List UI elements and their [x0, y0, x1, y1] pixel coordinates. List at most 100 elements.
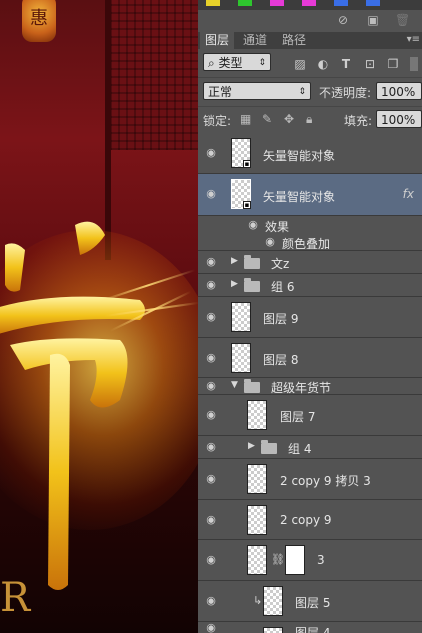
- layer-row[interactable]: ◉ 2 copy 9: [198, 500, 422, 540]
- group-row[interactable]: ◉ ▼ 超级年货节: [198, 378, 422, 395]
- group-row[interactable]: ◉ ▶ 组 6: [198, 274, 422, 297]
- expand-triangle-icon[interactable]: ▶: [248, 441, 255, 451]
- layer-name: 3: [317, 553, 325, 567]
- swatch[interactable]: [238, 0, 252, 6]
- expand-triangle-icon[interactable]: ▶: [231, 279, 238, 289]
- layer-name: 图层 9: [263, 312, 299, 326]
- adjustment-filter-icon[interactable]: ◐: [316, 57, 330, 71]
- tab-layers[interactable]: 图层: [200, 32, 235, 49]
- filter-kind-select[interactable]: ⌕ 类型 ⇕: [203, 53, 271, 71]
- visibility-eye-icon[interactable]: ◉: [205, 352, 217, 364]
- blend-row: 正常 ⇕ 不透明度: 100%: [198, 77, 422, 106]
- layer-row[interactable]: ◉ 图层 7: [198, 395, 422, 436]
- swatch[interactable]: [270, 0, 284, 6]
- layer-thumbnail: [247, 400, 267, 430]
- open-folder-icon: [244, 379, 260, 393]
- swatches-strip[interactable]: [198, 0, 422, 10]
- layer-row[interactable]: ◉ 图层 9: [198, 297, 422, 338]
- layer-thumbnail: [231, 343, 251, 373]
- layer-thumbnail: [263, 586, 283, 616]
- visibility-eye-icon[interactable]: ◉: [205, 441, 217, 453]
- collapse-triangle-icon[interactable]: ▼: [231, 380, 238, 390]
- no-entry-icon[interactable]: ⊘: [336, 13, 350, 27]
- layer-name: 2 copy 9: [280, 513, 332, 527]
- group-name: 超级年货节: [271, 381, 332, 395]
- layer-name: 2 copy 9 拷贝 3: [280, 474, 371, 488]
- tab-paths[interactable]: 路径: [277, 32, 311, 49]
- layer-row-selected[interactable]: ◉ ▪ 矢量智能对象 fx: [198, 174, 422, 216]
- visibility-eye-icon[interactable]: ◉: [205, 473, 217, 485]
- layer-row[interactable]: ◉ ⛓ 3: [198, 540, 422, 581]
- visibility-eye-icon[interactable]: ◉: [205, 279, 217, 291]
- visibility-eye-icon[interactable]: ◉: [205, 147, 217, 159]
- layer-thumbnail: [247, 464, 267, 494]
- type-filter-icon[interactable]: T: [339, 57, 353, 71]
- lock-position-icon[interactable]: ✥: [284, 112, 294, 126]
- fx-icon[interactable]: fx: [403, 187, 414, 201]
- opacity-value: 100%: [381, 85, 416, 99]
- effects-eye-icon[interactable]: ◉: [247, 219, 259, 231]
- opacity-field[interactable]: 100%: [376, 82, 422, 100]
- group-name: 组 6: [271, 280, 295, 294]
- layer-row[interactable]: ◉ ▪ 矢量智能对象: [198, 133, 422, 174]
- shape-filter-icon[interactable]: ⊡: [363, 57, 377, 71]
- filter-toggle-icon[interactable]: [410, 57, 418, 71]
- visibility-eye-icon[interactable]: ◉: [205, 409, 217, 421]
- swatch[interactable]: [366, 0, 380, 6]
- visibility-eye-icon[interactable]: ◉: [205, 622, 217, 633]
- tab-channels[interactable]: 通道: [238, 32, 272, 49]
- group-row[interactable]: ◉ ▶ 组 4: [198, 436, 422, 459]
- visibility-eye-icon[interactable]: ◉: [205, 380, 217, 392]
- layer-mask-thumbnail[interactable]: [285, 545, 305, 575]
- visibility-eye-icon[interactable]: ◉: [205, 595, 217, 607]
- layer-row[interactable]: ◉ ↳ 图层 5: [198, 581, 422, 622]
- layer-row[interactable]: ◉ 2 copy 9 拷贝 3: [198, 459, 422, 500]
- layer-thumbnail: [247, 545, 267, 575]
- fill-field[interactable]: 100%: [376, 110, 422, 128]
- new-layer-icon[interactable]: ▣: [366, 13, 380, 27]
- trash-icon[interactable]: 🗑: [395, 13, 410, 27]
- swatch[interactable]: [334, 0, 348, 6]
- layer-name: 矢量智能对象: [263, 149, 336, 163]
- lattice-door-art: [110, 0, 198, 150]
- effect-eye-icon[interactable]: ◉: [264, 236, 276, 248]
- blend-mode-select[interactable]: 正常 ⇕: [203, 82, 311, 100]
- expand-triangle-icon[interactable]: ▶: [231, 256, 238, 266]
- effect-item-row[interactable]: ◉ 颜色叠加: [198, 234, 422, 251]
- folder-icon: [261, 440, 277, 454]
- smart-object-badge-icon: ▪: [243, 201, 251, 209]
- swatch[interactable]: [302, 0, 316, 6]
- folder-icon: [244, 278, 260, 292]
- layer-name: 图层 7: [280, 410, 316, 424]
- visibility-eye-icon[interactable]: ◉: [205, 256, 217, 268]
- lock-all-icon[interactable]: 🔒︎: [306, 112, 312, 127]
- visibility-eye-icon[interactable]: ◉: [205, 554, 217, 566]
- group-name: 文z: [271, 257, 290, 271]
- group-row[interactable]: ◉ ▶ 文z: [198, 251, 422, 274]
- swatch-toolbar: ⊘ ▣ 🗑: [198, 10, 422, 33]
- swatch[interactable]: [206, 0, 220, 6]
- visibility-eye-icon[interactable]: ◉: [205, 514, 217, 526]
- layer-thumbnail: [263, 627, 283, 633]
- search-icon: ⌕: [208, 56, 219, 70]
- lock-row: 锁定: ▦ ✎ ✥ 🔒︎ 填充: 100%: [198, 106, 422, 134]
- layer-row[interactable]: ◉ 图层 4: [198, 622, 422, 633]
- fill-label: 填充:: [344, 114, 373, 128]
- effects-row[interactable]: ◉ 效果: [198, 216, 422, 235]
- smart-object-filter-icon[interactable]: ❐: [386, 57, 400, 71]
- visibility-eye-icon[interactable]: ◉: [205, 311, 217, 323]
- mask-link-icon[interactable]: ⛓: [271, 553, 285, 566]
- panel-menu-icon[interactable]: ▾≡: [407, 34, 420, 45]
- visibility-eye-icon[interactable]: ◉: [205, 188, 217, 200]
- image-filter-icon[interactable]: ▨: [293, 57, 307, 71]
- lock-pixels-icon[interactable]: ✎: [262, 112, 272, 126]
- effect-name: 颜色叠加: [282, 237, 331, 251]
- lock-transparency-icon[interactable]: ▦: [240, 112, 251, 126]
- fill-value: 100%: [381, 113, 416, 127]
- effects-label: 效果: [265, 220, 290, 234]
- layer-thumbnail: [231, 302, 251, 332]
- layer-thumbnail: ▪: [231, 179, 251, 209]
- layer-name: 图层 5: [295, 596, 331, 610]
- layer-row[interactable]: ◉ 图层 8: [198, 338, 422, 378]
- document-canvas[interactable]: 惠 R: [0, 0, 198, 633]
